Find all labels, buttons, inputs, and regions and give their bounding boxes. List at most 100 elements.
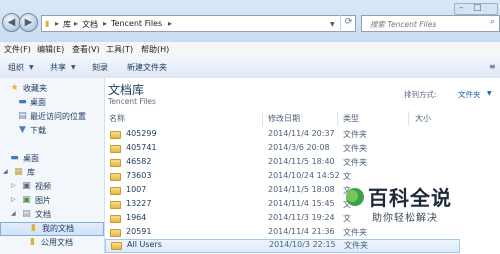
file-name: All Users (127, 240, 162, 249)
file-date: 2014/11/4 20:37 (268, 129, 335, 138)
chevron-down-icon: ▼ (71, 64, 76, 71)
desktop-icon: ▬ (18, 97, 27, 107)
nav-label: 桌面 (30, 98, 46, 107)
chevron-down-icon[interactable]: ▼ (487, 90, 492, 97)
chevron-down-icon: ▼ (29, 64, 34, 71)
nav-desktop[interactable]: ▬ 桌面 (0, 152, 104, 166)
refresh-button[interactable]: ⟳ (340, 15, 356, 32)
column-type[interactable]: 类型 (343, 113, 359, 124)
star-icon: ★ (10, 83, 19, 93)
command-bar: 组织 ▼ 共享 ▼ 刻录 新建文件夹 ≡ (0, 57, 500, 79)
minimize-icon[interactable]: – (459, 3, 464, 13)
window-controls[interactable]: – □ (454, 3, 498, 15)
desktop-icon: ▬ (10, 153, 19, 163)
address-bar[interactable]: ▮ ▸ 库 ▸ 文档 ▸ Tencent Files ▸ ▼ (41, 15, 356, 32)
nav-recent[interactable]: ▤ 最近访问的位置 (0, 110, 104, 124)
chevron-right-icon: ▸ (168, 19, 173, 28)
navigation-pane: ★ 收藏夹 ▬ 桌面 ▤ 最近访问的位置 ▼ 下载 ▬ 桌面 ◢ ▦ 库 ▷ ▣… (0, 78, 105, 254)
chevron-right-icon: ▸ (103, 19, 108, 28)
burn-button[interactable]: 刻录 (92, 62, 108, 73)
column-header: 名称 修改日期 类型 大小 (105, 111, 500, 126)
arrange-by-dropdown[interactable]: 文件夹 (458, 89, 481, 100)
menu-bar: 文件(F) 编辑(E) 查看(V) 工具(T) 帮助(H) (0, 42, 500, 58)
nav-label: 收藏夹 (23, 84, 47, 93)
videos-icon: ▣ (22, 181, 31, 191)
file-type: 文件夹 (343, 144, 367, 153)
table-row[interactable]: 405741 2014/3/6 20:08 文件夹 (105, 142, 460, 156)
file-type: 文件夹 (343, 158, 367, 167)
folder-icon (110, 229, 121, 237)
search-input[interactable] (362, 16, 490, 31)
file-date: 2014/3/6 20:08 (268, 143, 330, 152)
folder-icon (110, 173, 121, 181)
folder-icon (110, 145, 121, 153)
arrange-by-label: 排列方式: (404, 90, 437, 99)
file-type: 文 (343, 172, 351, 181)
file-name: 73603 (126, 171, 152, 180)
file-name: 13227 (126, 199, 152, 208)
nav-favorites[interactable]: ★ 收藏夹 (0, 82, 104, 96)
nav-public-documents[interactable]: ▮ 公用文档 (0, 236, 104, 250)
menu-tools[interactable]: 工具(T) (106, 44, 133, 55)
view-options-icon[interactable]: ≡ (489, 62, 496, 71)
file-name: 1964 (126, 213, 147, 222)
nav-pictures[interactable]: ▷ ▣ 图片 (0, 194, 104, 208)
nav-videos[interactable]: ▷ ▣ 视频 (0, 180, 104, 194)
file-date: 2014/10/24 14:52 (268, 171, 340, 180)
chevron-down-icon[interactable]: ◢ (3, 168, 8, 175)
file-name: 405741 (126, 143, 157, 152)
file-type: 文件夹 (344, 241, 368, 250)
table-row[interactable]: 405299 2014/11/4 20:37 文件夹 (105, 128, 460, 142)
address-dropdown-icon[interactable]: ▼ (330, 21, 335, 28)
column-date[interactable]: 修改日期 (268, 113, 300, 124)
nav-downloads[interactable]: ▼ 下载 (0, 124, 104, 138)
watermark-subtitle: 助你轻松解决 (372, 213, 438, 224)
menu-help[interactable]: 帮助(H) (141, 44, 169, 55)
nav-label: 下载 (30, 126, 46, 135)
column-name[interactable]: 名称 (109, 113, 125, 124)
nav-my-documents[interactable]: ▮ 我的文档 (0, 222, 104, 236)
share-button[interactable]: 共享 (50, 62, 66, 73)
watermark-logo-icon (346, 188, 364, 206)
chevron-right-icon: ▸ (55, 19, 60, 28)
chevron-right-icon[interactable]: ▷ (11, 196, 16, 203)
new-folder-button[interactable]: 新建文件夹 (127, 62, 167, 73)
file-type: 文件夹 (343, 130, 367, 139)
menu-file[interactable]: 文件(F) (4, 44, 31, 55)
watermark-title: 百科全说 (368, 186, 452, 210)
menu-edit[interactable]: 编辑(E) (37, 44, 64, 55)
library-subtitle: Tencent Files (108, 97, 156, 106)
search-box[interactable]: ⌕ (361, 15, 500, 32)
search-icon[interactable]: ⌕ (490, 17, 495, 27)
menu-view[interactable]: 查看(V) (72, 44, 100, 55)
folder-icon (110, 159, 121, 167)
nav-label: 图片 (35, 196, 51, 205)
file-date: 2014/10/3 22:15 (269, 240, 336, 249)
table-row[interactable]: 46582 2014/11/5 18:40 文件夹 (105, 156, 460, 170)
breadcrumb-tencent-files[interactable]: Tencent Files (111, 19, 162, 28)
folder-icon (111, 242, 122, 250)
file-name: 405299 (126, 129, 157, 138)
file-date: 2014/11/4 21:36 (268, 227, 335, 236)
column-divider[interactable] (262, 111, 263, 126)
forward-button[interactable]: ▶ (19, 13, 38, 32)
table-row[interactable]: All Users 2014/10/3 22:15 文件夹 (105, 239, 460, 253)
file-date: 2014/11/3 19:24 (268, 213, 335, 222)
chevron-down-icon[interactable]: ◢ (11, 210, 16, 217)
nav-library[interactable]: ◢ ▦ 库 (0, 166, 104, 180)
column-size[interactable]: 大小 (415, 113, 431, 124)
column-divider[interactable] (337, 111, 338, 126)
column-divider[interactable] (408, 111, 409, 126)
maximize-icon[interactable]: □ (473, 3, 482, 13)
watermark: 百科全说 助你轻松解决 (346, 180, 500, 230)
documents-icon: ▤ (22, 209, 31, 219)
nav-documents[interactable]: ◢ ▤ 文档 (0, 208, 104, 222)
library-title: 文档库 (108, 83, 145, 97)
recent-places-icon: ▤ (18, 111, 27, 121)
chevron-right-icon[interactable]: ▷ (11, 182, 16, 189)
breadcrumb-library[interactable]: 库 (63, 19, 71, 30)
folder-icon (110, 187, 121, 195)
nav-desktop-fav[interactable]: ▬ 桌面 (0, 96, 104, 110)
organize-button[interactable]: 组织 (8, 62, 24, 73)
breadcrumb-documents[interactable]: 文档 (82, 19, 98, 30)
